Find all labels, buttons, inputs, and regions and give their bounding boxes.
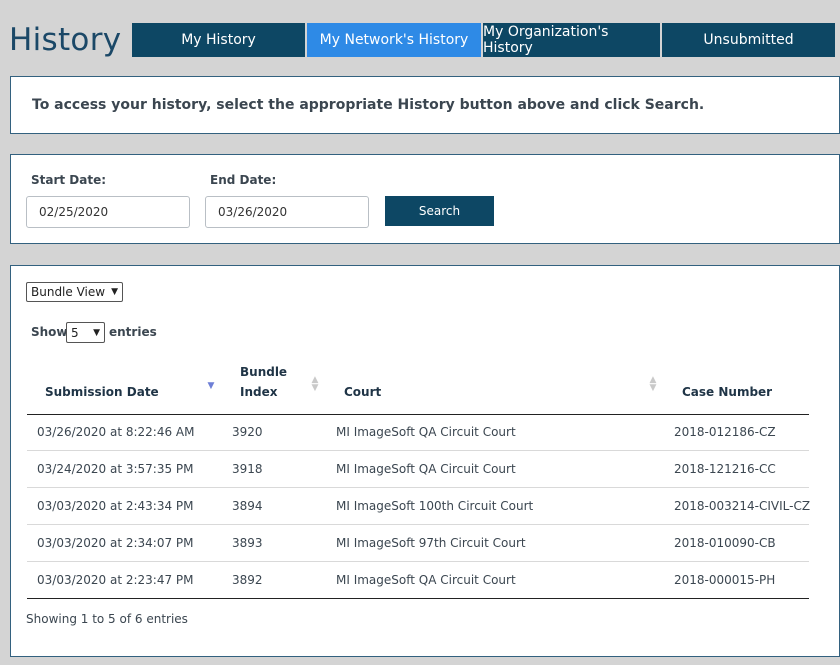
sort-icon[interactable]: ▲ ▼	[648, 376, 658, 393]
cell-bundle-index: 3894	[232, 499, 263, 513]
chevron-down-icon: ▼	[111, 287, 118, 297]
info-panel: To access your history, select the appro…	[10, 76, 840, 134]
cell-bundle-index: 3893	[232, 536, 263, 550]
cell-case-number: 2018-000015-PH	[674, 573, 776, 587]
cell-court: MI ImageSoft 100th Circuit Court	[336, 499, 534, 513]
cell-submission-date: 03/26/2020 at 8:22:46 AM	[37, 425, 195, 439]
cell-case-number: 2018-010090-CB	[674, 536, 776, 550]
end-date-input[interactable]	[205, 196, 369, 228]
chevron-down-icon: ▼	[93, 327, 100, 338]
start-date-label: Start Date:	[31, 173, 107, 187]
table-row[interactable]: 03/03/2020 at 2:34:07 PM 3893 MI ImageSo…	[27, 526, 809, 562]
start-date-input[interactable]	[26, 196, 190, 228]
cell-submission-date: 03/03/2020 at 2:34:07 PM	[37, 536, 194, 550]
results-panel: Bundle View ▼ Show 5 ▼ entries Submissio…	[10, 265, 840, 657]
table-row[interactable]: 03/24/2020 at 3:57:35 PM 3918 MI ImageSo…	[27, 452, 809, 488]
show-label: Show	[31, 325, 68, 339]
column-bundle-index-line2[interactable]: Index	[240, 382, 277, 402]
tab-unsubmitted[interactable]: Unsubmitted	[662, 23, 835, 57]
cell-case-number: 2018-003214-CIVIL-CZ	[674, 499, 811, 513]
cell-submission-date: 03/24/2020 at 3:57:35 PM	[37, 462, 194, 476]
history-tabs: My History My Network's History My Organ…	[132, 23, 835, 57]
table-info: Showing 1 to 5 of 6 entries	[26, 612, 188, 626]
page-title: History	[9, 22, 122, 58]
view-select-value: Bundle View	[31, 285, 106, 299]
table-row[interactable]: 03/26/2020 at 8:22:46 AM 3920 MI ImageSo…	[27, 415, 809, 451]
search-panel: Start Date: End Date: Search	[10, 154, 840, 244]
end-date-label: End Date:	[210, 173, 277, 187]
column-court[interactable]: Court	[344, 382, 381, 402]
entries-select-value: 5	[71, 325, 79, 340]
cell-bundle-index: 3918	[232, 462, 263, 476]
info-message: To access your history, select the appro…	[32, 97, 705, 113]
column-submission-date[interactable]: Submission Date	[45, 382, 159, 402]
column-case-number[interactable]: Case Number	[682, 382, 772, 402]
cell-court: MI ImageSoft QA Circuit Court	[336, 425, 516, 439]
cell-court: MI ImageSoft QA Circuit Court	[336, 573, 516, 587]
entries-label: entries	[109, 325, 157, 339]
search-button[interactable]: Search	[385, 196, 494, 226]
cell-submission-date: 03/03/2020 at 2:43:34 PM	[37, 499, 194, 513]
table-row[interactable]: 03/03/2020 at 2:43:34 PM 3894 MI ImageSo…	[27, 489, 811, 525]
tab-my-organizations-history[interactable]: My Organization's History	[483, 23, 660, 57]
cell-court: MI ImageSoft 97th Circuit Court	[336, 536, 526, 550]
cell-case-number: 2018-012186-CZ	[674, 425, 776, 439]
cell-case-number: 2018-121216-CC	[674, 462, 776, 476]
entries-select[interactable]: 5 ▼	[66, 322, 105, 343]
tab-my-networks-history[interactable]: My Network's History	[307, 23, 481, 57]
column-bundle-index-line1[interactable]: Bundle	[240, 362, 287, 382]
view-select[interactable]: Bundle View ▼	[26, 282, 123, 302]
tab-my-history[interactable]: My History	[132, 23, 305, 57]
sort-icon[interactable]: ▲ ▼	[310, 376, 320, 393]
cell-court: MI ImageSoft QA Circuit Court	[336, 462, 516, 476]
table-row[interactable]: 03/03/2020 at 2:23:47 PM 3892 MI ImageSo…	[27, 563, 809, 599]
cell-bundle-index: 3920	[232, 425, 263, 439]
cell-submission-date: 03/03/2020 at 2:23:47 PM	[37, 573, 194, 587]
sort-desc-icon[interactable]: ▼	[206, 382, 216, 391]
cell-bundle-index: 3892	[232, 573, 263, 587]
